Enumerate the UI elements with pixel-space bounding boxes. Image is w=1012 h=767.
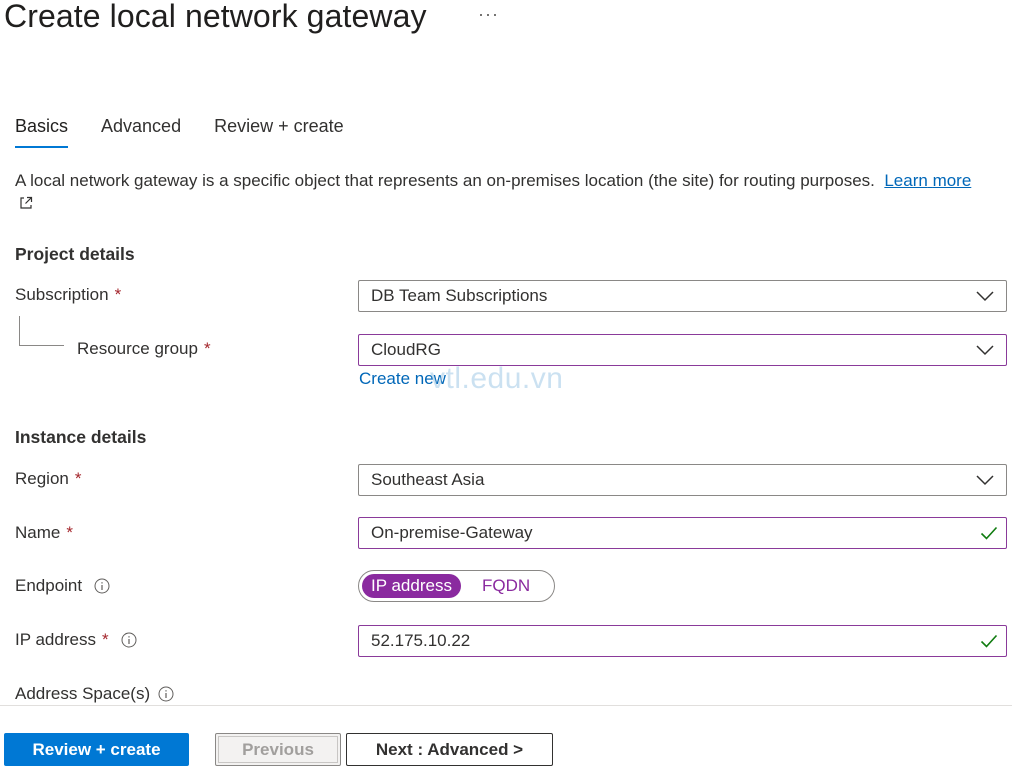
- external-link-icon: [20, 196, 33, 209]
- name-value: On-premise-Gateway: [371, 523, 533, 542]
- footer-bar: Review + create Previous Next : Advanced…: [0, 705, 1012, 767]
- chevron-down-icon: [976, 475, 994, 486]
- name-label: Name *: [15, 523, 73, 542]
- endpoint-toggle[interactable]: IP address FQDN: [358, 570, 555, 602]
- chevron-down-icon: [976, 291, 994, 302]
- required-asterisk: *: [114, 285, 122, 304]
- chevron-down-icon: [976, 345, 994, 356]
- name-input[interactable]: On-premise-Gateway: [358, 517, 1007, 549]
- ip-address-input[interactable]: 52.175.10.22: [358, 625, 1007, 657]
- more-options-button[interactable]: ···: [478, 4, 499, 25]
- info-icon[interactable]: [121, 632, 137, 648]
- resource-group-value: CloudRG: [371, 340, 441, 359]
- info-icon[interactable]: [94, 578, 110, 594]
- tab-basics[interactable]: Basics: [15, 116, 69, 148]
- ip-address-value: 52.175.10.22: [371, 631, 471, 650]
- required-asterisk: *: [74, 469, 82, 488]
- endpoint-option-ip-address[interactable]: IP address: [362, 574, 461, 598]
- tab-review-create[interactable]: Review + create: [214, 116, 344, 148]
- subscription-label: Subscription *: [15, 285, 122, 304]
- resource-group-label: Resource group *: [77, 339, 211, 358]
- description-text: A local network gateway is a specific ob…: [15, 171, 875, 190]
- description: A local network gateway is a specific ob…: [15, 169, 985, 215]
- next-advanced-button[interactable]: Next : Advanced >: [346, 733, 553, 766]
- region-label: Region *: [15, 469, 82, 488]
- learn-more-link[interactable]: Learn more: [884, 171, 971, 190]
- page-title: Create local network gateway: [4, 0, 427, 34]
- tab-advanced[interactable]: Advanced: [101, 116, 181, 148]
- region-value: Southeast Asia: [371, 470, 485, 489]
- checkmark-icon: [980, 526, 998, 540]
- endpoint-option-fqdn[interactable]: FQDN: [473, 574, 539, 598]
- review-create-button[interactable]: Review + create: [4, 733, 189, 766]
- endpoint-label: Endpoint: [15, 576, 110, 596]
- project-details-heading: Project details: [15, 244, 135, 264]
- required-asterisk: *: [101, 630, 109, 649]
- subscription-dropdown[interactable]: DB Team Subscriptions: [358, 280, 1007, 312]
- watermark: vtl.edu.vn: [430, 362, 564, 395]
- previous-button[interactable]: Previous: [215, 733, 341, 766]
- tree-connector: [19, 316, 64, 346]
- tab-bar: Basics Advanced Review + create: [15, 116, 377, 148]
- instance-details-heading: Instance details: [15, 427, 147, 447]
- subscription-value: DB Team Subscriptions: [371, 286, 548, 305]
- required-asterisk: *: [203, 339, 211, 358]
- address-space-label: Address Space(s): [15, 684, 174, 704]
- ip-address-label: IP address *: [15, 630, 137, 650]
- required-asterisk: *: [66, 523, 73, 542]
- info-icon[interactable]: [158, 686, 174, 702]
- region-dropdown[interactable]: Southeast Asia: [358, 464, 1007, 496]
- checkmark-icon: [980, 634, 998, 648]
